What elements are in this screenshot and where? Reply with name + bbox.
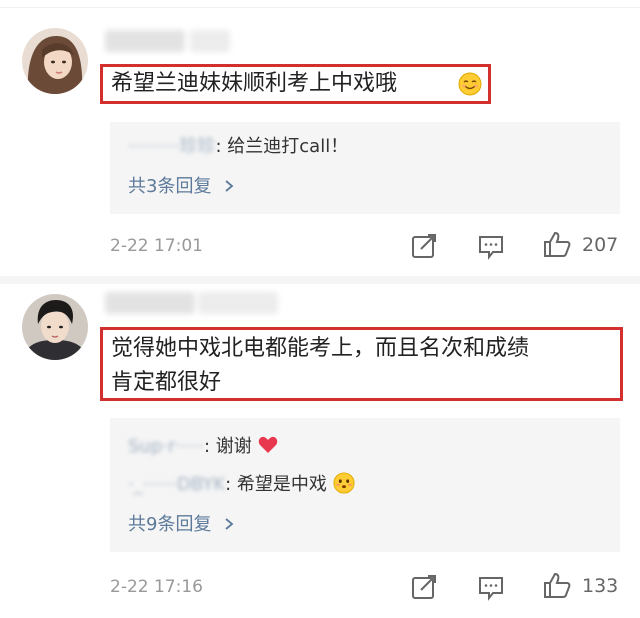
view-replies-link[interactable]: 共9条回复 [128, 510, 235, 536]
username-blurred-part [190, 30, 230, 52]
like-count: 133 [582, 575, 619, 597]
forward-icon[interactable] [410, 232, 438, 264]
top-separator [0, 7, 640, 8]
reply-item: ·_······DBYK: 希望是中戏 [128, 470, 355, 496]
username-blurred[interactable] [105, 30, 185, 52]
highlighted-comment: 觉得她中戏北电都能考上，而且名次和成绩 肯定都很好 [100, 327, 623, 401]
chevron-right-icon [217, 176, 235, 197]
avatar-image [22, 28, 88, 94]
reply-username[interactable]: ·········珍珍 [128, 132, 216, 158]
username-blurred-part [198, 292, 278, 314]
like-icon[interactable] [543, 230, 571, 262]
reply-username[interactable]: Sup·r····· [128, 436, 204, 457]
reply-count-label: 共3条回复 [128, 176, 212, 197]
highlighted-comment: 希望兰迪妹妹顺利考上中戏哦 [100, 64, 491, 104]
shy-emoji [333, 472, 355, 495]
comment-text: 希望兰迪妹妹顺利考上中戏哦 [111, 71, 398, 96]
comment-text-line-1: 觉得她中戏北电都能考上，而且名次和成绩 [111, 336, 530, 361]
view-replies-link[interactable]: 共3条回复 [128, 172, 235, 198]
comment-icon[interactable] [477, 232, 505, 264]
reply-text: : 希望是中戏 [225, 474, 327, 495]
avatar[interactable] [22, 28, 88, 94]
comment-date: 2-22 17:16 [110, 577, 203, 597]
avatar[interactable] [22, 294, 88, 360]
like-icon[interactable] [543, 571, 571, 603]
reply-preview-box[interactable]: ·········珍珍: 给兰迪打call！ 共3条回复 [110, 122, 620, 214]
reply-username[interactable]: ·_······DBYK [128, 474, 225, 495]
comment-divider [0, 276, 640, 284]
avatar-image [22, 294, 88, 360]
reply-count-label: 共9条回复 [128, 514, 212, 535]
smile-emoji [458, 72, 482, 96]
reply-text: : 谢谢 [204, 436, 252, 457]
reply-item: ·········珍珍: 给兰迪打call！ [128, 132, 348, 158]
reply-preview-box[interactable]: Sup·r·····: 谢谢 ·_······DBYK: 希望是中戏 共9条回复 [110, 418, 620, 552]
comment-text-line-2: 肯定都很好 [111, 370, 222, 395]
comment-icon[interactable] [477, 573, 505, 605]
reply-text: : 给兰迪打call！ [215, 136, 349, 157]
username-blurred[interactable] [105, 292, 195, 314]
comment-date: 2-22 17:01 [110, 236, 203, 256]
forward-icon[interactable] [410, 573, 438, 605]
heart-icon [258, 436, 278, 457]
reply-item: Sup·r·····: 谢谢 [128, 432, 278, 458]
chevron-right-icon [217, 514, 235, 535]
like-count: 207 [582, 234, 619, 256]
